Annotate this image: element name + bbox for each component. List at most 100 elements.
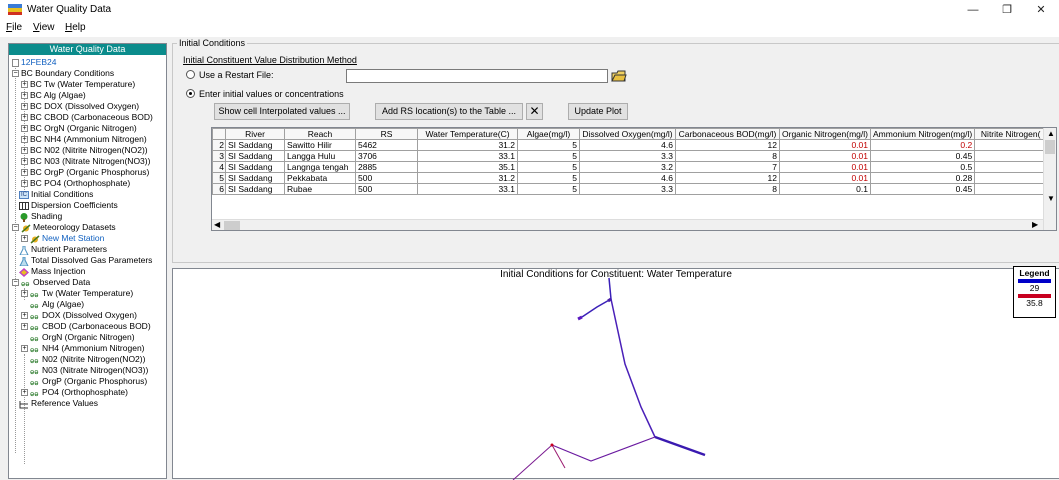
tree-initial-conditions[interactable]: IC Initial Conditions bbox=[19, 189, 93, 200]
table-cell-cbod[interactable]: 7 bbox=[675, 161, 780, 173]
scroll-left-icon[interactable]: ◀ bbox=[214, 220, 220, 229]
table-cell-river[interactable]: SI Saddang bbox=[225, 161, 285, 173]
table-vertical-scrollbar[interactable]: ▲ ▼ bbox=[1043, 128, 1056, 230]
table-cell-reach[interactable]: Langga Hulu bbox=[284, 150, 356, 162]
expand-icon[interactable]: + bbox=[21, 92, 28, 100]
table-row[interactable]: 2 SI Saddang Sawitto Hilir 5462 31.2 5 4.6 12 0.… bbox=[212, 139, 1048, 151]
table-cell-tw[interactable]: 33.1 bbox=[417, 183, 518, 195]
table-cell-alg[interactable]: 5 bbox=[517, 172, 580, 184]
table-cell-no2[interactable] bbox=[974, 150, 1048, 162]
row-number[interactable]: 3 bbox=[212, 150, 226, 162]
expand-icon[interactable]: + bbox=[21, 323, 28, 331]
column-header[interactable]: Water Temperature(C) bbox=[417, 128, 518, 140]
table-row[interactable]: 6 SI Saddang Rubae 500 33.1 5 3.3 8 0.1 0.45 bbox=[212, 183, 1048, 195]
table-cell-dox[interactable]: 3.3 bbox=[579, 150, 676, 162]
tree-observed-item[interactable]: + ⱺⱺ CBOD (Carbonaceous BOD) bbox=[21, 321, 151, 332]
table-cell-tw[interactable]: 31.2 bbox=[417, 139, 518, 151]
scroll-down-icon[interactable]: ▼ bbox=[1047, 194, 1055, 203]
table-cell-no2[interactable] bbox=[974, 139, 1048, 151]
table-cell-tw[interactable]: 35.1 bbox=[417, 161, 518, 173]
column-header[interactable]: Reach bbox=[284, 128, 356, 140]
tree-mass-injection[interactable]: Mass Injection bbox=[19, 266, 85, 277]
table-cell-rs[interactable]: 5462 bbox=[355, 139, 418, 151]
expand-icon[interactable]: + bbox=[21, 125, 28, 133]
table-cell-river[interactable]: SI Saddang bbox=[225, 150, 285, 162]
plot-area[interactable]: Initial Conditions for Constituent: Wate… bbox=[172, 266, 1059, 480]
restart-file-input[interactable] bbox=[346, 69, 608, 83]
scroll-thumb[interactable] bbox=[224, 221, 240, 230]
show-cell-values-button[interactable]: Show cell Interpolated values ... bbox=[214, 103, 350, 120]
column-header[interactable]: River bbox=[225, 128, 285, 140]
table-cell-reach[interactable]: Rubae bbox=[284, 183, 356, 195]
collapse-icon[interactable]: − bbox=[12, 224, 19, 232]
expand-icon[interactable]: + bbox=[21, 180, 28, 188]
scroll-up-icon[interactable]: ▲ bbox=[1047, 129, 1055, 138]
column-header[interactable]: Organic Nitrogen(mg/l) bbox=[779, 128, 871, 140]
tree-met-station[interactable]: + New Met Station bbox=[21, 233, 104, 244]
expand-icon[interactable]: + bbox=[21, 103, 28, 111]
table-cell-cbod[interactable]: 12 bbox=[675, 172, 780, 184]
table-cell-alg[interactable]: 5 bbox=[517, 183, 580, 195]
table-cell-alg[interactable]: 5 bbox=[517, 161, 580, 173]
data-tree[interactable]: Water Quality Data 12FEB24 − BC Boundary … bbox=[8, 43, 167, 479]
row-number[interactable]: 6 bbox=[212, 183, 226, 195]
table-cell-reach[interactable]: Sawitto Hilir bbox=[284, 139, 356, 151]
expand-icon[interactable]: + bbox=[21, 235, 28, 243]
menu-file[interactable]: File bbox=[6, 22, 22, 33]
table-cell-tw[interactable]: 31.2 bbox=[417, 172, 518, 184]
tree-tdg[interactable]: Total Dissolved Gas Parameters bbox=[19, 255, 152, 267]
table-cell-cbod[interactable]: 8 bbox=[675, 150, 780, 162]
column-header[interactable]: Dissolved Oxygen(mg/l) bbox=[579, 128, 676, 140]
add-rs-location-button[interactable]: Add RS location(s) to the Table ... bbox=[375, 103, 523, 120]
menu-help[interactable]: Help bbox=[65, 22, 86, 33]
expand-icon[interactable]: + bbox=[21, 114, 28, 122]
table-cell-nh4[interactable]: 0.28 bbox=[869, 172, 976, 184]
tree-bc-item[interactable]: + BC Tw (Water Temperature) bbox=[21, 79, 135, 90]
tree-bc-item[interactable]: + BC OrgP (Organic Phosphorus) bbox=[21, 167, 149, 178]
scroll-right-icon[interactable]: ▶ bbox=[1032, 220, 1038, 229]
table-cell-orgn[interactable]: 0.01 bbox=[779, 139, 871, 151]
menu-view[interactable]: View bbox=[33, 22, 55, 33]
row-number[interactable]: 2 bbox=[212, 139, 226, 151]
table-cell-rs[interactable]: 3706 bbox=[355, 150, 418, 162]
table-cell-river[interactable]: SI Saddang bbox=[225, 139, 285, 151]
row-number[interactable]: 4 bbox=[212, 161, 226, 173]
table-cell-reach[interactable]: Langnga tengah bbox=[284, 161, 356, 173]
column-header[interactable]: Nitrite Nitrogen( bbox=[974, 128, 1048, 140]
table-cell-nh4[interactable]: 0.45 bbox=[869, 150, 976, 162]
enter-values-radio[interactable] bbox=[186, 89, 195, 98]
table-row[interactable]: 4 SI Saddang Langnga tengah 2885 35.1 5 3.2 7 0.… bbox=[212, 161, 1048, 173]
tree-reference[interactable]: Reference Values bbox=[19, 398, 98, 409]
table-cell-alg[interactable]: 5 bbox=[517, 150, 580, 162]
tree-bc-item[interactable]: + BC OrgN (Organic Nitrogen) bbox=[21, 123, 137, 134]
minimize-button[interactable]: — bbox=[958, 2, 988, 18]
table-cell-orgn[interactable]: 0.1 bbox=[779, 183, 871, 195]
table-cell-river[interactable]: SI Saddang bbox=[225, 172, 285, 184]
table-cell-no2[interactable] bbox=[974, 183, 1048, 195]
scroll-thumb[interactable] bbox=[1045, 140, 1055, 154]
expand-icon[interactable]: + bbox=[21, 136, 28, 144]
expand-icon[interactable]: + bbox=[21, 345, 28, 353]
tree-bc-item[interactable]: + BC DOX (Dissolved Oxygen) bbox=[21, 101, 139, 112]
table-cell-alg[interactable]: 5 bbox=[517, 139, 580, 151]
collapse-icon[interactable]: − bbox=[12, 70, 19, 78]
table-horizontal-scrollbar[interactable]: ◀ ▶ bbox=[212, 219, 1043, 230]
table-row[interactable]: 5 SI Saddang Pekkabata 500 31.2 5 4.6 12 0.01 0.2… bbox=[212, 172, 1048, 184]
open-folder-icon[interactable] bbox=[611, 69, 627, 83]
table-cell-orgn[interactable]: 0.01 bbox=[779, 161, 871, 173]
expand-icon[interactable]: + bbox=[21, 147, 28, 155]
table-cell-cbod[interactable]: 8 bbox=[675, 183, 780, 195]
column-header[interactable]: RS bbox=[355, 128, 418, 140]
table-cell-nh4[interactable]: 0.2 bbox=[869, 139, 976, 151]
tree-bc-item[interactable]: + BC N02 (Nitrite Nitrogen(NO2)) bbox=[21, 145, 148, 156]
table-cell-no2[interactable] bbox=[974, 172, 1048, 184]
table-cell-orgn[interactable]: 0.01 bbox=[779, 172, 871, 184]
tree-bc-item[interactable]: + BC CBOD (Carbonaceous BOD) bbox=[21, 112, 153, 123]
table-cell-tw[interactable]: 33.1 bbox=[417, 150, 518, 162]
table-cell-rs[interactable]: 500 bbox=[355, 183, 418, 195]
tree-observed-item[interactable]: + ⱺⱺ DOX (Dissolved Oxygen) bbox=[21, 310, 137, 321]
tree-observed[interactable]: − ⱺⱺ Observed Data bbox=[12, 277, 90, 288]
tree-root[interactable]: 12FEB24 bbox=[12, 57, 56, 68]
close-button[interactable]: ✕ bbox=[1026, 2, 1056, 18]
tree-observed-item[interactable]: ⱺⱺ N02 (Nitrite Nitrogen(NO2)) bbox=[30, 354, 145, 365]
